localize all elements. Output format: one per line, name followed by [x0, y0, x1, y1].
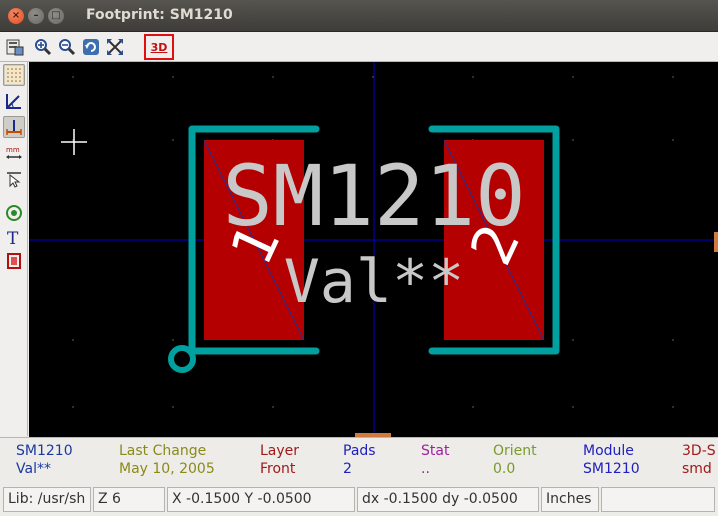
info-stat-column: Stat ..: [421, 442, 449, 478]
svg-text:mm: mm: [6, 146, 20, 154]
footprint-viewer-window: × – □ Footprint: SM1210 3D mm T 1 2 SM12…: [0, 0, 718, 516]
info-pads-column: Pads 2: [343, 442, 376, 478]
units-inch-button[interactable]: [3, 116, 25, 138]
close-window-button[interactable]: ×: [8, 8, 24, 24]
units-inch-icon: [6, 120, 22, 135]
grid-toggle-button[interactable]: [3, 64, 25, 86]
info-last-change-column: Last Change May 10, 2005: [119, 442, 215, 478]
pin1-marker: [168, 345, 196, 373]
maximize-window-button[interactable]: □: [48, 8, 64, 24]
module-editor-button[interactable]: [4, 36, 25, 57]
info-header: Layer: [260, 443, 300, 459]
3d-view-button[interactable]: 3D: [144, 34, 174, 60]
footprint-value-text[interactable]: Val**: [284, 247, 465, 317]
info-header: Module: [583, 443, 634, 459]
3d-view-icon: 3D: [150, 40, 168, 54]
module-icon: [7, 253, 21, 269]
footprint-drawing: 1 2 SM1210 Val**: [29, 62, 718, 437]
status-zoom: Z 6: [93, 487, 165, 512]
polar-coords-icon: [6, 94, 21, 109]
units-mm-icon: mm: [6, 146, 22, 159]
zoom-in-icon: [34, 38, 51, 55]
info-header: 3D-S: [682, 443, 716, 459]
info-value: 0.0: [493, 461, 516, 477]
info-value: SM1210: [583, 461, 640, 477]
zoom-out-icon: [58, 38, 75, 55]
svg-text:T: T: [7, 229, 19, 246]
status-library-path: Lib: /usr/sh: [3, 487, 91, 512]
status-units: Inches: [541, 487, 599, 512]
info-value: May 10, 2005: [119, 461, 215, 477]
info-value: smd: [682, 461, 712, 477]
info-reference-column: SM1210 Val**: [16, 442, 73, 478]
status-extra: [601, 487, 715, 512]
title-bar: × – □ Footprint: SM1210: [0, 0, 718, 32]
info-header: Stat: [421, 443, 450, 459]
top-toolbar: 3D: [0, 32, 718, 62]
info-orient-column: Orient 0.0: [493, 442, 537, 478]
footprint-reference-text[interactable]: SM1210: [222, 147, 525, 245]
zoom-out-button[interactable]: [56, 36, 77, 57]
show-pads-button[interactable]: [3, 202, 25, 224]
left-toolbar: mm T: [0, 62, 28, 436]
info-3d-shape-column: 3D-S smd: [682, 442, 716, 478]
units-mm-button[interactable]: mm: [3, 142, 25, 164]
window-title: Footprint: SM1210: [86, 7, 233, 23]
info-value: Val**: [16, 461, 51, 477]
info-value: Front: [260, 461, 296, 477]
info-module-column: Module SM1210: [583, 442, 640, 478]
info-value: ..: [421, 461, 430, 477]
grid-icon: [5, 66, 23, 84]
module-editor-icon: [6, 39, 23, 55]
cursor-shape-icon: [7, 172, 21, 188]
zoom-fit-icon: [106, 38, 123, 55]
status-coordinates: X -0.1500 Y -0.0500: [167, 487, 355, 512]
info-header: SM1210: [16, 443, 73, 459]
module-info-panel: SM1210 Val** Last Change May 10, 2005 La…: [0, 437, 718, 483]
info-header: Last Change: [119, 443, 207, 459]
redraw-icon: [82, 38, 99, 55]
info-layer-column: Layer Front: [260, 442, 299, 478]
status-delta: dx -0.1500 dy -0.0500: [357, 487, 539, 512]
minimize-window-button[interactable]: –: [28, 8, 44, 24]
pad-icon: [6, 205, 22, 221]
zoom-fit-button[interactable]: [104, 36, 125, 57]
zoom-in-button[interactable]: [32, 36, 53, 57]
text-icon: T: [7, 229, 19, 246]
info-header: Orient: [493, 443, 537, 459]
status-bar: Lib: /usr/sh Z 6 X -0.1500 Y -0.0500 dx …: [0, 484, 718, 516]
info-header: Pads: [343, 443, 376, 459]
vertical-scroll-marker: [714, 232, 718, 252]
show-text-button[interactable]: T: [3, 226, 25, 248]
cursor-shape-button[interactable]: [3, 168, 25, 190]
polar-coords-button[interactable]: [3, 90, 25, 112]
drawing-canvas[interactable]: 1 2 SM1210 Val**: [29, 62, 718, 437]
redraw-button[interactable]: [80, 36, 101, 57]
crosshair-cursor: [61, 129, 87, 155]
show-module-edges-button[interactable]: [3, 250, 25, 272]
info-value: 2: [343, 461, 352, 477]
